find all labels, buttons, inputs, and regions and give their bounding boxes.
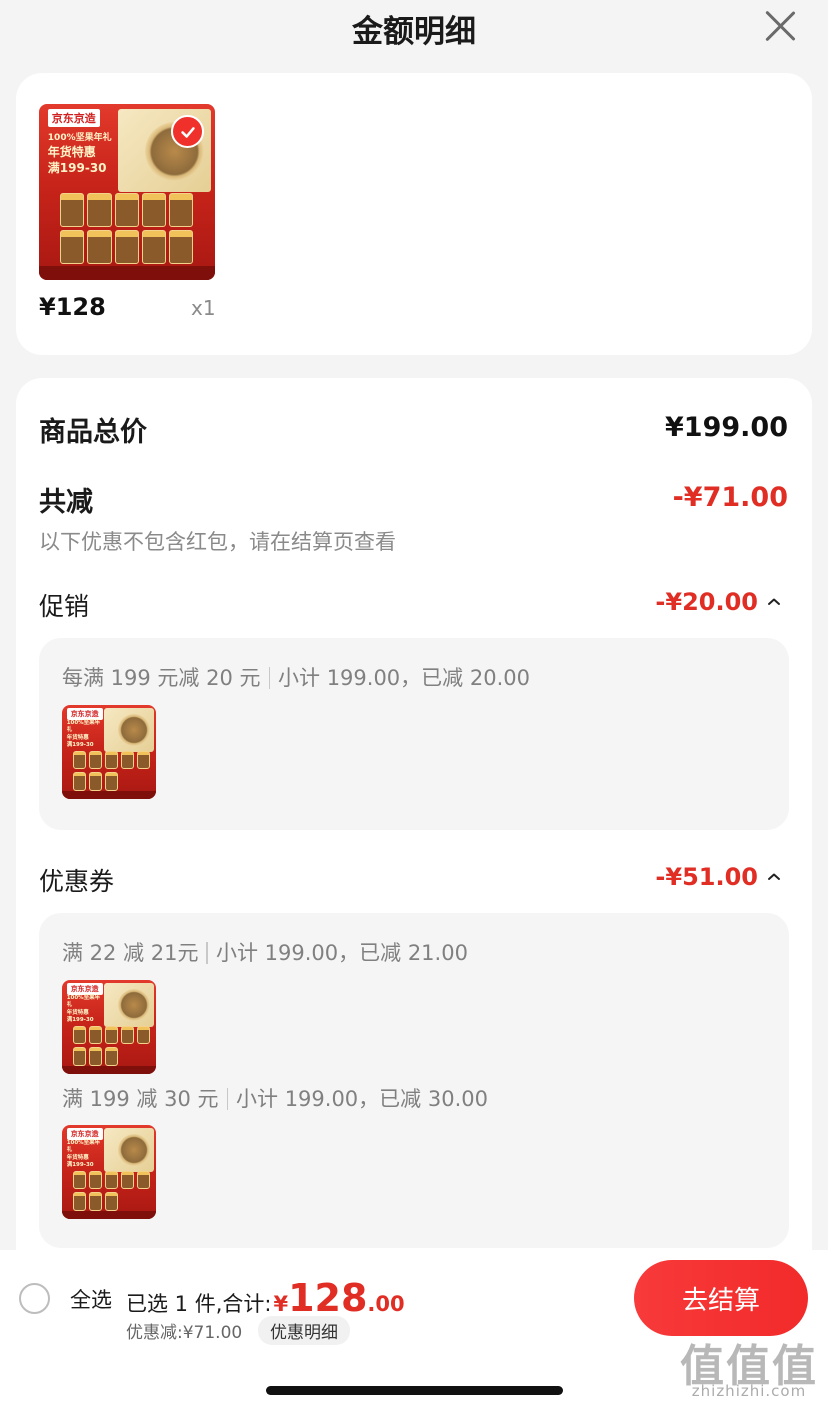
coupon-rule: 满 22 减 21元 小计 199.00，已减 21.00 <box>62 941 468 965</box>
home-indicator[interactable] <box>266 1386 563 1395</box>
page-title: 金额明细 <box>352 14 476 50</box>
total-price-value: ¥199.00 <box>665 412 788 443</box>
product-tagline: 100%坚果年礼 年货特惠 满199-30 <box>47 133 112 176</box>
select-all-radio[interactable] <box>19 1283 50 1314</box>
chevron-up-icon <box>768 598 780 605</box>
promotion-toggle[interactable]: -¥20.00 <box>655 588 782 616</box>
discount-detail-button[interactable]: 优惠明细 <box>258 1316 350 1345</box>
checkout-button[interactable]: 去结算 <box>634 1260 808 1336</box>
coupon-rule: 满 199 减 30 元小计 199.00，已减 30.00 <box>62 1087 488 1111</box>
coupon-toggle[interactable]: -¥51.00 <box>655 863 782 891</box>
select-all-label[interactable]: 全选 <box>70 1284 112 1314</box>
product-card: 京东京造 100%坚果年礼 年货特惠 满199-30 ¥128 x1 <box>16 73 812 355</box>
coupon-product-thumbnail: 京东京造 100%坚果年礼 年货特惠 满199-30 <box>62 1125 156 1219</box>
checkout-bar: 全选 已选 1 件,合计: ¥ 128 .00 优惠减:¥71.00 优惠明细 … <box>0 1250 828 1410</box>
product-price: ¥128 <box>39 293 106 321</box>
discount-total-value: -¥71.00 <box>672 482 788 513</box>
promotion-panel: 每满 199 元减 20 元小计 199.00，已减 20.00 京东京造 10… <box>39 638 789 830</box>
selected-count-text: 已选 1 件,合计: <box>126 1292 272 1316</box>
product-quantity: x1 <box>191 296 216 320</box>
currency-symbol: ¥ <box>273 1292 289 1316</box>
total-integer: 128 <box>288 1276 368 1320</box>
checkmark-icon[interactable] <box>171 115 204 148</box>
total-summary: 已选 1 件,合计: ¥ 128 .00 <box>126 1276 405 1320</box>
promotion-rule: 每满 199 元减 20 元小计 199.00，已减 20.00 <box>62 666 530 690</box>
coupon-panel: 满 22 减 21元 小计 199.00，已减 21.00 京东京造 100%坚果… <box>39 913 789 1248</box>
coupon-product-thumbnail: 京东京造 100%坚果年礼 年货特惠 满199-30 <box>62 980 156 1074</box>
promotion-label: 促销 <box>39 592 90 621</box>
promotion-value: -¥20.00 <box>655 588 758 616</box>
discount-note: 以下优惠不包含红包，请在结算页查看 <box>39 530 396 554</box>
price-detail-card: 商品总价 ¥199.00 共减 -¥71.00 以下优惠不包含红包，请在结算页查… <box>16 378 812 1278</box>
watermark-url: zhizhizhi.com <box>691 1382 807 1400</box>
total-price-label: 商品总价 <box>39 417 147 448</box>
nut-jars <box>60 190 211 265</box>
promotion-product-thumbnail: 京东京造 100%坚果年礼 年货特惠 满199-30 <box>62 705 156 799</box>
product-image-footer <box>39 265 215 280</box>
coupon-value: -¥51.00 <box>655 863 758 891</box>
chevron-up-icon <box>768 873 780 880</box>
discount-total-label: 共减 <box>39 487 93 518</box>
header: 金额明细 <box>0 0 828 56</box>
coupon-label: 优惠券 <box>39 867 115 896</box>
product-brand-label: 京东京造 <box>47 109 100 128</box>
close-icon[interactable] <box>762 8 798 44</box>
total-decimal: .00 <box>367 1292 405 1316</box>
discount-summary: 优惠减:¥71.00 <box>126 1323 243 1343</box>
